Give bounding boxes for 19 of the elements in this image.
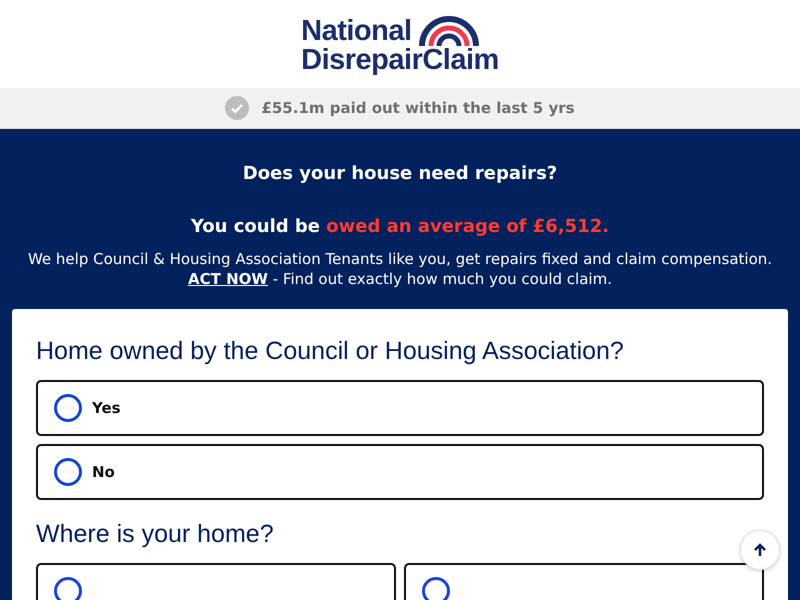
question-title: Home owned by the Council or Housing Association? [36,337,625,366]
arrow-up-icon [752,542,768,558]
radio-icon [422,577,450,600]
radio-icon [54,458,82,486]
logo-text: DisrepairClaim [301,46,499,74]
logo[interactable]: National DisrepairClaim [301,14,499,74]
answer-option[interactable]: Yes [36,380,764,436]
answer-option[interactable]: No [36,444,764,500]
radio-icon [54,577,82,600]
act-now-link[interactable]: ACT NOW [188,270,268,288]
trust-text: £55.1m paid out within the last 5 yrs [261,99,575,117]
hero-heading: Does your house need repairs? [242,163,558,184]
rainbow-icon [418,14,480,46]
radio-icon [54,394,82,422]
intro-text: We help Council & Housing Association Tenants like you, get repairs fixed and claim compensation. ACT NOW - Find out exactly how much you could claim. [26,249,774,289]
hero-subheading: You could be owed an average of £6,512. [190,216,610,237]
question-title: Where is your home? [36,520,275,549]
logo-text: National [301,16,412,46]
check-circle-icon [225,96,250,120]
